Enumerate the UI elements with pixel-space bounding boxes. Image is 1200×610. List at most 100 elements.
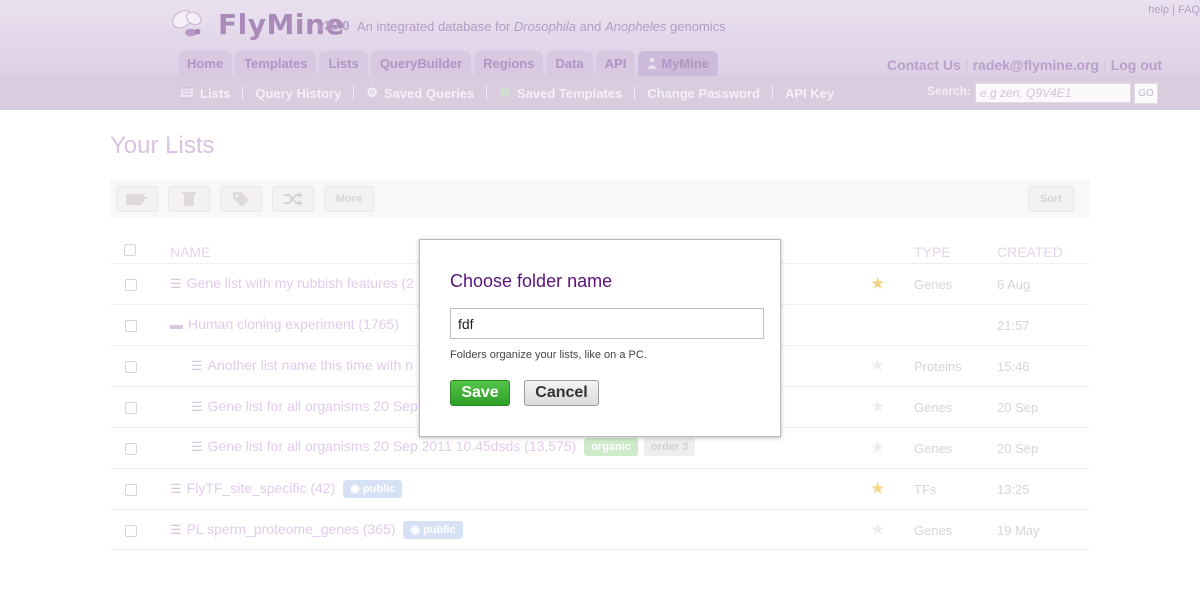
list-type: Genes [914, 441, 953, 456]
help-link[interactable]: help [1148, 4, 1169, 16]
list-toolbar: More Sort [110, 180, 1090, 218]
more-button[interactable]: More [324, 186, 374, 212]
list-created: 6 Aug [997, 277, 1031, 292]
subnav-query-history[interactable]: Query History [243, 86, 353, 101]
delete-button[interactable] [168, 186, 210, 212]
row-checkbox[interactable] [125, 402, 137, 414]
list-name[interactable]: Gene list for all organisms 20 Sep [208, 398, 418, 414]
column-created[interactable]: CREATED [997, 244, 1063, 260]
tag-icon [233, 192, 249, 207]
row-checkbox[interactable] [125, 361, 137, 373]
list-name[interactable]: Gene list for all organisms 20 Sep 2011 … [208, 438, 577, 454]
list-name[interactable]: FlyTF_site_specific (42) [187, 480, 336, 496]
public-badge: ◉ public [343, 480, 403, 498]
new-folder-icon [126, 194, 147, 205]
folder-icon: ▬ [170, 317, 183, 332]
list-name[interactable]: Another list name this time with n [208, 357, 413, 373]
subnav-lists[interactable]: Lists [180, 86, 242, 101]
star-icon[interactable]: ★ [870, 274, 885, 294]
list-icon [180, 87, 194, 99]
tab-data[interactable]: Data [546, 51, 593, 76]
tab-templates[interactable]: Templates [235, 51, 317, 76]
new-folder-button[interactable] [116, 186, 158, 212]
dialog-title: Choose folder name [450, 271, 613, 291]
list-icon: ☰ [170, 276, 182, 291]
trash-icon [182, 192, 196, 206]
folder-name-dialog: Choose folder name Folders organize your… [419, 239, 781, 437]
list-type: Genes [914, 400, 953, 415]
subnav-saved-templates[interactable]: ⚙ Saved Templates [487, 85, 634, 101]
row-checkbox[interactable] [125, 279, 137, 291]
list-created: 21:57 [997, 318, 1030, 333]
gear-icon: ⚙ [366, 85, 378, 100]
gear-icon: ⚙ [499, 85, 511, 100]
search-input[interactable] [975, 83, 1131, 103]
contact-link[interactable]: Contact Us [887, 57, 961, 73]
list-type: Genes [914, 523, 953, 538]
list-created: 13:25 [997, 482, 1030, 497]
tag-badge[interactable]: organic [584, 438, 639, 456]
main-tabs: Home Templates Lists QueryBuilder Region… [178, 51, 718, 76]
row-checkbox[interactable] [125, 525, 137, 537]
public-badge: ◉ public [403, 521, 463, 539]
list-type: TFs [914, 482, 937, 497]
user-links: Contact Us | radek@flymine.org | Log out [887, 57, 1162, 73]
shuffle-button[interactable] [272, 186, 314, 212]
subnav-change-password[interactable]: Change Password [635, 86, 772, 101]
tab-api[interactable]: API [595, 51, 636, 76]
star-icon[interactable]: ★ [870, 356, 885, 376]
logout-link[interactable]: Log out [1111, 57, 1162, 73]
row-checkbox[interactable] [125, 320, 137, 332]
tag-badge[interactable]: order 3 [644, 438, 696, 456]
tagline: An integrated database for Drosophila an… [357, 19, 726, 34]
row-checkbox[interactable] [125, 443, 137, 455]
faq-link[interactable]: FAQ [1178, 4, 1200, 16]
list-created: 15:46 [997, 359, 1030, 374]
version-label: v30.0 [317, 18, 350, 33]
shuffle-icon [284, 192, 303, 206]
list-created: 19 May [997, 523, 1040, 538]
tab-regions[interactable]: Regions [474, 51, 544, 76]
subnav-saved-queries[interactable]: ⚙ Saved Queries [354, 85, 486, 101]
list-icon: ☰ [191, 399, 203, 414]
sort-button[interactable]: Sort [1028, 186, 1074, 212]
star-icon[interactable]: ★ [870, 479, 885, 499]
list-name[interactable]: PL sperm_proteome_genes (365) [187, 521, 396, 537]
help-links: help | FAQ [1148, 4, 1200, 16]
star-icon[interactable]: ★ [870, 520, 885, 540]
globe-icon: ◉ [410, 524, 424, 536]
header: FlyMine v30.0 An integrated database for… [0, 0, 1200, 76]
list-icon: ☰ [170, 481, 182, 496]
star-icon[interactable]: ★ [870, 438, 885, 458]
tab-mymine[interactable]: MyMine [638, 51, 718, 76]
globe-icon: ◉ [350, 483, 363, 495]
list-row[interactable]: ☰ FlyTF_site_specific (42) ◉ public ★ TFs … [110, 468, 1090, 509]
cancel-button[interactable]: Cancel [524, 380, 599, 406]
tab-home[interactable]: Home [178, 51, 233, 76]
tag-button[interactable] [220, 186, 262, 212]
list-icon: ☰ [191, 439, 203, 454]
save-button[interactable]: Save [450, 380, 510, 406]
list-created: 20 Sep [997, 441, 1039, 456]
fly-logo-icon[interactable] [170, 6, 208, 44]
folder-name[interactable]: Human cloning experiment (1765) [188, 316, 399, 332]
tab-lists[interactable]: Lists [319, 51, 368, 76]
list-name[interactable]: Gene list with my rubbish features (2 [187, 275, 414, 291]
folder-name-input[interactable] [450, 308, 764, 339]
page-title: Your Lists [110, 132, 215, 159]
select-all-checkbox[interactable] [124, 244, 136, 256]
go-button[interactable]: GO [1134, 83, 1158, 104]
list-created: 20 Sep [997, 400, 1039, 415]
list-row[interactable]: ☰ PL sperm_proteome_genes (365) ◉ public ★… [110, 509, 1090, 550]
person-icon [647, 57, 658, 69]
list-icon: ☰ [170, 522, 182, 537]
column-name[interactable]: NAME [170, 244, 210, 260]
user-email-link[interactable]: radek@flymine.org [973, 57, 1099, 73]
star-icon[interactable]: ★ [870, 397, 885, 417]
list-type: Genes [914, 277, 953, 292]
column-type[interactable]: TYPE [914, 244, 951, 260]
dialog-hint: Folders organize your lists, like on a P… [450, 349, 647, 361]
row-checkbox[interactable] [125, 484, 137, 496]
subnav-api-key[interactable]: API Key [773, 86, 846, 101]
tab-querybuilder[interactable]: QueryBuilder [370, 51, 472, 76]
